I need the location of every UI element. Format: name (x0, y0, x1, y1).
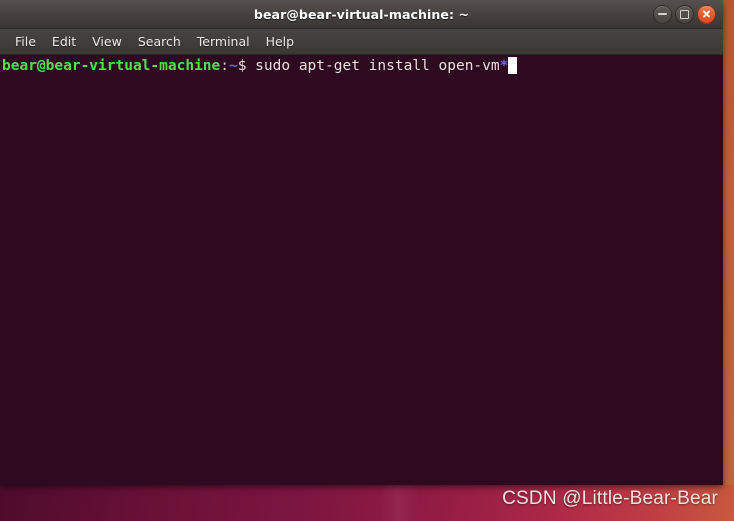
desktop-wallpaper-highlight (380, 485, 420, 521)
menu-item-file[interactable]: File (7, 32, 44, 52)
desktop-wallpaper-right-edge (723, 0, 734, 485)
maximize-icon (680, 9, 689, 19)
prompt-path: ~ (228, 58, 238, 74)
maximize-button[interactable] (675, 4, 694, 24)
titlebar[interactable]: bear@bear-virtual-machine: ~ (0, 0, 723, 29)
terminal-prompt-line: bear@bear-virtual-machine:~$ sudo apt-ge… (1, 56, 723, 76)
minimize-button[interactable] (653, 4, 672, 24)
menu-item-search[interactable]: Search (130, 32, 189, 52)
prompt-user-host: bear@bear-virtual-machine (2, 58, 221, 74)
watermark: CSDN @Little-Bear-Bear (502, 488, 718, 509)
close-icon (702, 10, 711, 19)
menu-item-terminal[interactable]: Terminal (189, 32, 258, 52)
minimize-icon (658, 13, 667, 15)
menu-item-edit[interactable]: Edit (44, 32, 84, 52)
terminal-command-text: sudo apt-get install open-vm (246, 58, 500, 74)
menu-item-view[interactable]: View (84, 32, 130, 52)
prompt-separator: : (220, 58, 229, 74)
window-controls (653, 0, 716, 28)
menubar: File Edit View Search Terminal Help (0, 29, 723, 55)
window-title: bear@bear-virtual-machine: ~ (253, 6, 470, 22)
close-button[interactable] (697, 4, 716, 24)
terminal-cursor (508, 57, 518, 74)
terminal-window: bear@bear-virtual-machine: ~ File Edit V… (0, 0, 723, 485)
terminal-screen[interactable]: bear@bear-virtual-machine:~$ sudo apt-ge… (0, 55, 723, 485)
screen: bear@bear-virtual-machine: ~ File Edit V… (0, 0, 734, 521)
menu-item-help[interactable]: Help (258, 32, 303, 52)
terminal-command-glob: * (499, 58, 509, 74)
